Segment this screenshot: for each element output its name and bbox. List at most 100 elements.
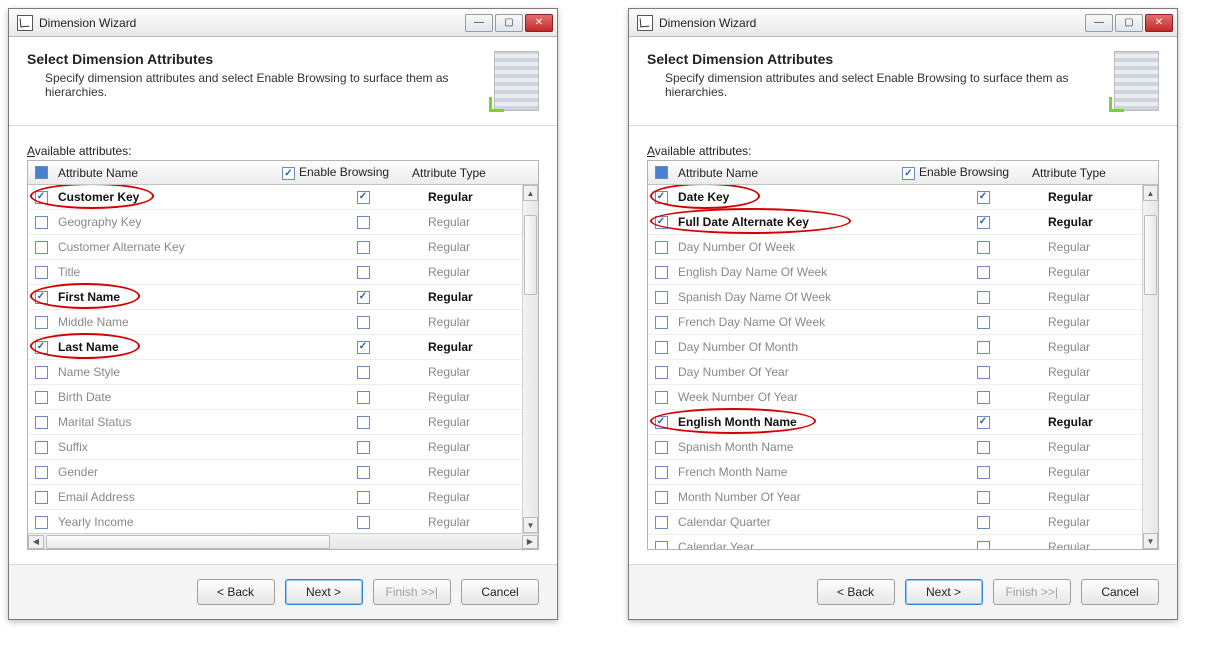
- table-row[interactable]: Spanish Day Name Of WeekRegular: [648, 285, 1158, 310]
- scroll-right-button[interactable]: ▶: [522, 535, 538, 549]
- enable-browsing-checkbox[interactable]: [357, 341, 370, 354]
- row-checkbox[interactable]: [35, 441, 48, 454]
- row-checkbox[interactable]: [655, 491, 668, 504]
- table-row[interactable]: Yearly IncomeRegular: [28, 510, 538, 533]
- enable-browsing-checkbox[interactable]: [357, 241, 370, 254]
- row-checkbox[interactable]: [655, 391, 668, 404]
- enable-browsing-checkbox[interactable]: [357, 266, 370, 279]
- enable-browsing-checkbox[interactable]: [357, 416, 370, 429]
- table-row[interactable]: Month Number Of YearRegular: [648, 485, 1158, 510]
- col-attr-name[interactable]: Attribute Name: [674, 166, 902, 180]
- scroll-down-button[interactable]: ▼: [523, 517, 538, 533]
- scroll-up-button[interactable]: ▲: [523, 185, 538, 201]
- scroll-down-button[interactable]: ▼: [1143, 533, 1158, 549]
- table-row[interactable]: Customer KeyRegular: [28, 185, 538, 210]
- scroll-thumb[interactable]: [1144, 215, 1157, 295]
- row-checkbox[interactable]: [35, 466, 48, 479]
- table-row[interactable]: Middle NameRegular: [28, 310, 538, 335]
- row-checkbox[interactable]: [655, 441, 668, 454]
- table-row[interactable]: French Day Name Of WeekRegular: [648, 310, 1158, 335]
- enable-browsing-checkbox[interactable]: [977, 366, 990, 379]
- table-row[interactable]: Marital StatusRegular: [28, 410, 538, 435]
- row-checkbox[interactable]: [655, 516, 668, 529]
- table-row[interactable]: Day Number Of MonthRegular: [648, 335, 1158, 360]
- row-checkbox[interactable]: [35, 241, 48, 254]
- enable-browsing-checkbox[interactable]: [977, 291, 990, 304]
- select-all-checkbox[interactable]: [655, 166, 668, 179]
- col-attr-type[interactable]: Attribute Type: [1032, 166, 1142, 180]
- row-checkbox[interactable]: [35, 266, 48, 279]
- row-checkbox[interactable]: [35, 216, 48, 229]
- enable-browsing-header-checkbox[interactable]: [902, 167, 915, 180]
- enable-browsing-checkbox[interactable]: [977, 241, 990, 254]
- row-checkbox[interactable]: [35, 316, 48, 329]
- row-checkbox[interactable]: [35, 391, 48, 404]
- table-row[interactable]: Calendar YearRegular: [648, 535, 1158, 549]
- enable-browsing-checkbox[interactable]: [357, 391, 370, 404]
- table-row[interactable]: Customer Alternate KeyRegular: [28, 235, 538, 260]
- back-button[interactable]: < Back: [817, 579, 895, 605]
- row-checkbox[interactable]: [655, 291, 668, 304]
- row-checkbox[interactable]: [35, 366, 48, 379]
- table-row[interactable]: Date KeyRegular: [648, 185, 1158, 210]
- row-checkbox[interactable]: [35, 191, 48, 204]
- row-checkbox[interactable]: [655, 466, 668, 479]
- table-row[interactable]: Full Date Alternate KeyRegular: [648, 210, 1158, 235]
- row-checkbox[interactable]: [655, 416, 668, 429]
- enable-browsing-checkbox[interactable]: [357, 216, 370, 229]
- table-row[interactable]: First NameRegular: [28, 285, 538, 310]
- table-row[interactable]: French Month NameRegular: [648, 460, 1158, 485]
- enable-browsing-checkbox[interactable]: [977, 341, 990, 354]
- enable-browsing-checkbox[interactable]: [977, 266, 990, 279]
- table-row[interactable]: Spanish Month NameRegular: [648, 435, 1158, 460]
- scroll-thumb[interactable]: [524, 215, 537, 295]
- vertical-scrollbar[interactable]: ▲ ▼: [1142, 185, 1158, 549]
- titlebar[interactable]: Dimension Wizard — ▢ ✕: [629, 9, 1177, 37]
- row-checkbox[interactable]: [35, 491, 48, 504]
- cancel-button[interactable]: Cancel: [1081, 579, 1159, 605]
- close-button[interactable]: ✕: [1145, 14, 1173, 32]
- minimize-button[interactable]: —: [465, 14, 493, 32]
- row-checkbox[interactable]: [655, 366, 668, 379]
- row-checkbox[interactable]: [655, 241, 668, 254]
- row-checkbox[interactable]: [655, 541, 668, 550]
- next-button[interactable]: Next >: [285, 579, 363, 605]
- enable-browsing-checkbox[interactable]: [357, 316, 370, 329]
- row-checkbox[interactable]: [655, 341, 668, 354]
- enable-browsing-header-checkbox[interactable]: [282, 167, 295, 180]
- col-attr-type[interactable]: Attribute Type: [412, 166, 522, 180]
- row-checkbox[interactable]: [655, 191, 668, 204]
- table-row[interactable]: English Day Name Of WeekRegular: [648, 260, 1158, 285]
- table-row[interactable]: Day Number Of YearRegular: [648, 360, 1158, 385]
- enable-browsing-checkbox[interactable]: [977, 191, 990, 204]
- row-checkbox[interactable]: [35, 516, 48, 529]
- enable-browsing-checkbox[interactable]: [357, 441, 370, 454]
- vertical-scrollbar[interactable]: ▲ ▼: [522, 185, 538, 533]
- table-row[interactable]: Birth DateRegular: [28, 385, 538, 410]
- table-row[interactable]: Day Number Of WeekRegular: [648, 235, 1158, 260]
- col-attr-name[interactable]: Attribute Name: [54, 166, 282, 180]
- enable-browsing-checkbox[interactable]: [357, 516, 370, 529]
- row-checkbox[interactable]: [35, 341, 48, 354]
- row-checkbox[interactable]: [655, 266, 668, 279]
- table-row[interactable]: Geography KeyRegular: [28, 210, 538, 235]
- close-button[interactable]: ✕: [525, 14, 553, 32]
- table-row[interactable]: English Month NameRegular: [648, 410, 1158, 435]
- table-row[interactable]: Email AddressRegular: [28, 485, 538, 510]
- row-checkbox[interactable]: [35, 291, 48, 304]
- table-row[interactable]: Last NameRegular: [28, 335, 538, 360]
- table-row[interactable]: Week Number Of YearRegular: [648, 385, 1158, 410]
- scroll-left-button[interactable]: ◀: [28, 535, 44, 549]
- table-row[interactable]: SuffixRegular: [28, 435, 538, 460]
- next-button[interactable]: Next >: [905, 579, 983, 605]
- titlebar[interactable]: Dimension Wizard — ▢ ✕: [9, 9, 557, 37]
- enable-browsing-checkbox[interactable]: [357, 491, 370, 504]
- maximize-button[interactable]: ▢: [1115, 14, 1143, 32]
- enable-browsing-checkbox[interactable]: [977, 541, 990, 550]
- col-enable-browsing[interactable]: Enable Browsing: [902, 165, 1032, 181]
- enable-browsing-checkbox[interactable]: [357, 291, 370, 304]
- row-checkbox[interactable]: [35, 416, 48, 429]
- enable-browsing-checkbox[interactable]: [977, 316, 990, 329]
- enable-browsing-checkbox[interactable]: [977, 391, 990, 404]
- table-row[interactable]: Name StyleRegular: [28, 360, 538, 385]
